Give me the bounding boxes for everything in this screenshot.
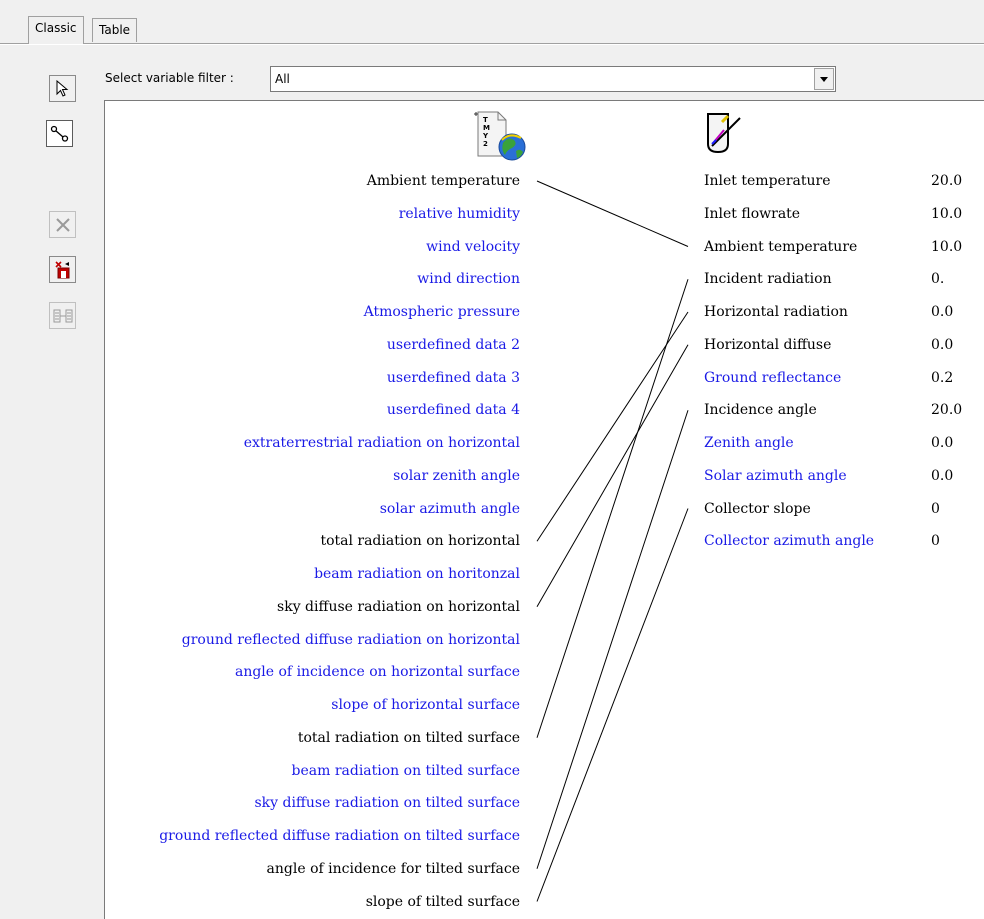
input-variable[interactable]: Incident radiation (704, 271, 832, 287)
delete-connection-button[interactable] (49, 256, 76, 283)
input-value: 0. (931, 271, 945, 288)
input-value: 20.0 (931, 173, 963, 189)
output-variable[interactable]: extraterrestrial radiation on horizontal (244, 435, 520, 451)
input-variable[interactable]: Ground reflectance (704, 370, 841, 386)
output-variable[interactable]: userdefined data 4 (387, 402, 520, 418)
chevron-down-icon[interactable] (814, 68, 834, 90)
input-variable[interactable]: Inlet flowrate (704, 206, 800, 222)
input-variable[interactable]: Ambient temperature (704, 239, 857, 255)
input-value: 0 (931, 533, 940, 550)
output-variable[interactable]: wind direction (417, 271, 520, 287)
output-variable[interactable]: beam radiation on tilted surface (292, 763, 521, 779)
input-value: 10.0 (931, 238, 963, 255)
input-value: 10.0 (931, 205, 963, 222)
filter-selected-value: All (275, 72, 290, 86)
delete-connection-icon (54, 260, 69, 278)
output-variable[interactable]: relative humidity (399, 206, 520, 222)
tab-classic[interactable]: Classic (28, 16, 84, 44)
connection-canvas[interactable] (104, 100, 984, 919)
input-variable[interactable]: Horizontal diffuse (704, 337, 831, 353)
input-variable[interactable]: Horizontal radiation (704, 304, 848, 320)
tab-divider-highlight (0, 44, 984, 45)
input-variable[interactable]: Inlet temperature (704, 173, 830, 189)
auto-connect-icon (53, 309, 72, 322)
input-value: 0 (931, 500, 940, 517)
output-variable[interactable]: solar azimuth angle (380, 501, 520, 517)
input-variable[interactable]: Solar azimuth angle (704, 468, 847, 484)
input-value: 0.0 (931, 467, 954, 484)
input-value: 20.0 (931, 402, 963, 419)
solar-collector-icon[interactable] (700, 110, 750, 162)
auto-connect-button[interactable] (49, 302, 76, 329)
variable-filter-select[interactable]: All (270, 66, 836, 92)
input-value: 0.2 (931, 369, 954, 386)
output-variable[interactable]: beam radiation on horitonzal (314, 566, 520, 582)
output-variable[interactable]: total radiation on horizontal (320, 533, 520, 549)
output-variable[interactable]: slope of horizontal surface (331, 697, 520, 713)
output-variable[interactable]: angle of incidence for tilted surface (267, 861, 520, 877)
output-variable[interactable]: userdefined data 2 (387, 337, 520, 353)
input-value: 0.0 (931, 336, 954, 353)
output-variable[interactable]: ground reflected diffuse radiation on ti… (159, 828, 520, 844)
input-value: 0.0 (931, 435, 954, 451)
delete-x-icon (55, 217, 70, 232)
input-variable[interactable]: Zenith angle (704, 435, 794, 451)
output-variable[interactable]: slope of tilted surface (366, 894, 520, 910)
pointer-tool-button[interactable] (49, 75, 76, 102)
link-tool-button[interactable] (46, 120, 73, 147)
output-variable[interactable]: wind velocity (426, 239, 520, 255)
output-variable[interactable]: userdefined data 3 (387, 370, 520, 386)
svg-text:Y: Y (482, 132, 489, 140)
input-variable[interactable]: Incidence angle (704, 402, 817, 418)
pointer-arrow-icon (56, 79, 68, 97)
svg-text:2: 2 (483, 140, 488, 148)
filter-label: Select variable filter : (105, 71, 234, 85)
output-variable[interactable]: Ambient temperature (367, 173, 520, 189)
input-variable[interactable]: Collector slope (704, 501, 811, 517)
tab-table[interactable]: Table (92, 18, 138, 42)
input-value: 0.0 (931, 304, 954, 320)
output-variable[interactable]: Atmospheric pressure (364, 304, 520, 320)
output-variable[interactable]: ground reflected diffuse radiation on ho… (182, 632, 520, 648)
output-variable[interactable]: total radiation on tilted surface (298, 730, 520, 746)
svg-text:T: T (483, 116, 488, 124)
output-variable[interactable]: sky diffuse radiation on tilted surface (254, 795, 520, 811)
output-variable[interactable]: solar zenith angle (393, 468, 520, 484)
output-variable[interactable]: sky diffuse radiation on horizontal (277, 599, 520, 615)
input-variable[interactable]: Collector azimuth angle (704, 533, 874, 549)
svg-text:M: M (483, 124, 490, 132)
delete-button[interactable] (49, 211, 76, 238)
output-variable[interactable]: angle of incidence on horizontal surface (235, 664, 520, 680)
tab-bar: Classic Table (0, 0, 984, 46)
link-connector-icon (50, 125, 68, 142)
tmy2-weather-globe-icon[interactable]: T M Y 2 (472, 110, 532, 162)
